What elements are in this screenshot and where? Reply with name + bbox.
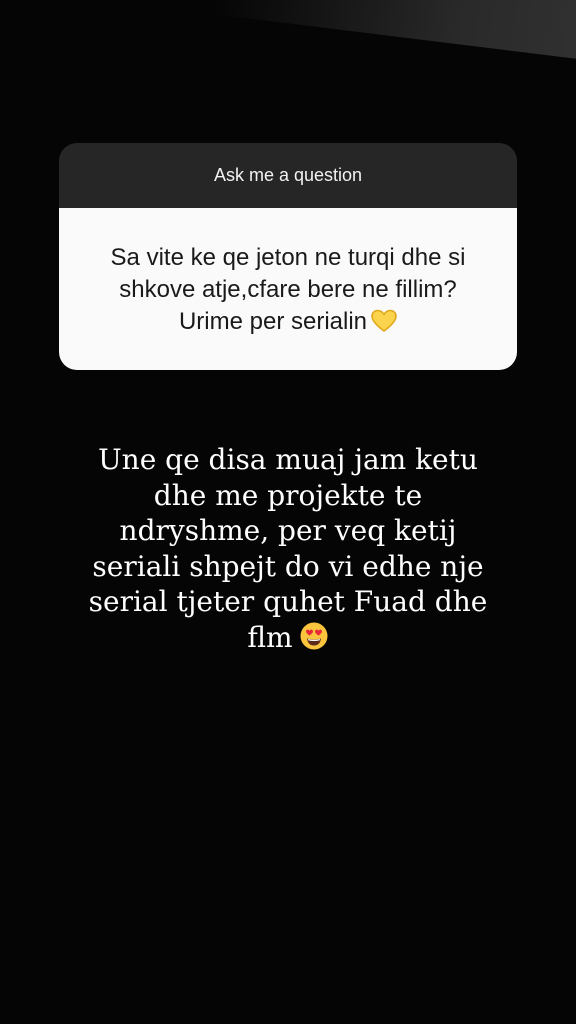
question-text: Sa vite ke qe jeton ne turqi dhe si shko… <box>110 244 466 335</box>
answer-text: Une qe disa muaj jam ketu dhe me projekt… <box>88 443 488 654</box>
question-sticker-header: Ask me a question <box>59 143 517 208</box>
answer-text-block: Une qe disa muaj jam ketu dhe me projekt… <box>60 442 516 655</box>
question-sticker[interactable]: Ask me a question Sa vite ke qe jeton ne… <box>59 143 517 370</box>
story-canvas: Ask me a question Sa vite ke qe jeton ne… <box>0 0 576 1024</box>
question-sticker-title: Ask me a question <box>213 165 363 185</box>
yellow-heart-icon <box>371 309 397 333</box>
top-corner-shade <box>212 0 576 66</box>
question-sticker-body: Sa vite ke qe jeton ne turqi dhe si shko… <box>59 208 517 370</box>
heart-eyes-face-icon <box>299 621 329 651</box>
